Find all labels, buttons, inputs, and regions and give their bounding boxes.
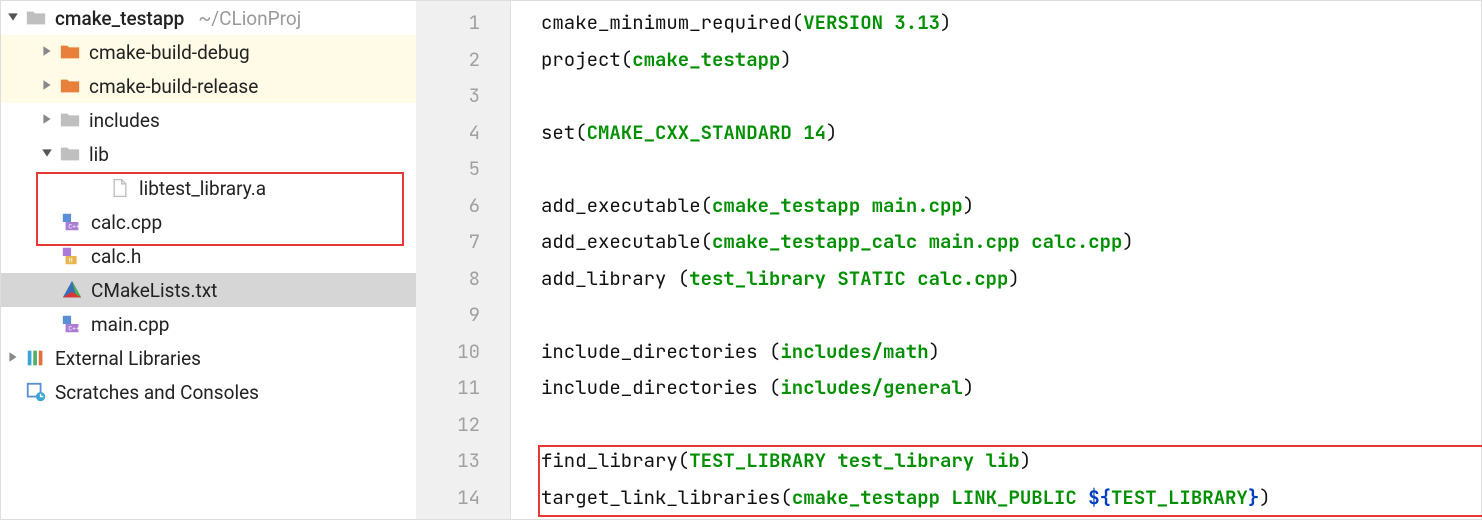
folder-excluded-icon xyxy=(59,41,81,63)
tree-label: cmake-build-release xyxy=(89,75,258,98)
svg-text:C++: C++ xyxy=(68,325,80,332)
tree-root[interactable]: cmake_testapp ~/CLionProj xyxy=(1,1,416,35)
code-line[interactable] xyxy=(541,297,1481,334)
tree-item-lib[interactable]: lib xyxy=(1,137,416,171)
chevron-right-icon[interactable] xyxy=(41,113,55,127)
code-line[interactable]: cmake_minimum_required(VERSION 3.13) xyxy=(541,5,1481,42)
tree-item-build-debug[interactable]: cmake-build-debug xyxy=(1,35,416,69)
tree-label: lib xyxy=(89,143,109,166)
chevron-right-icon[interactable] xyxy=(41,45,55,59)
tree-label: CMakeLists.txt xyxy=(91,279,217,302)
code-line[interactable]: add_executable(cmake_testapp_calc main.c… xyxy=(541,224,1481,261)
project-path: ~/CLionProj xyxy=(198,7,301,30)
folder-icon xyxy=(59,143,81,165)
gutter-line-number[interactable]: 14 xyxy=(416,480,510,517)
tree-label: calc.cpp xyxy=(91,211,162,234)
gutter-line-number[interactable]: 7 xyxy=(416,224,510,261)
gutter-line-number[interactable]: 5 xyxy=(416,151,510,188)
code-line[interactable] xyxy=(541,407,1481,444)
tree-item-lib-file[interactable]: libtest_library.a xyxy=(1,171,416,205)
code-line[interactable]: target_link_libraries(cmake_testapp LINK… xyxy=(541,480,1481,517)
tree-item-build-release[interactable]: cmake-build-release xyxy=(1,69,416,103)
tree-item-external-libraries[interactable]: External Libraries xyxy=(1,341,416,375)
cmake-file-icon xyxy=(61,279,83,301)
tree-label: includes xyxy=(89,109,160,132)
gutter-line-number[interactable]: 6 xyxy=(416,188,510,225)
tree-label: cmake_testapp xyxy=(55,7,184,30)
svg-text:C++: C++ xyxy=(68,223,80,230)
external-libraries-icon xyxy=(25,347,47,369)
gutter-line-number[interactable]: 12 xyxy=(416,407,510,444)
code-line[interactable]: include_directories (includes/general) xyxy=(541,370,1481,407)
project-tree[interactable]: cmake_testapp ~/CLionProj cmake-build-de… xyxy=(1,1,416,519)
folder-icon xyxy=(25,7,47,29)
chevron-right-icon[interactable] xyxy=(41,79,55,93)
tree-label: calc.h xyxy=(91,245,141,268)
gutter-line-number[interactable]: 8 xyxy=(416,261,510,298)
tree-item-main-cpp[interactable]: C++ main.cpp xyxy=(1,307,416,341)
code-line[interactable] xyxy=(541,78,1481,115)
tree-item-calc-h[interactable]: H calc.h xyxy=(1,239,416,273)
chevron-down-icon[interactable] xyxy=(7,11,21,25)
gutter-line-number[interactable]: 10 xyxy=(416,334,510,371)
editor-panel: 1234567891011121314 cmake_minimum_requir… xyxy=(416,1,1481,519)
editor-code[interactable]: cmake_minimum_required(VERSION 3.13)proj… xyxy=(511,1,1481,519)
editor-gutter[interactable]: 1234567891011121314 xyxy=(416,1,511,519)
gutter-line-number[interactable]: 9 xyxy=(416,297,510,334)
tree-label: main.cpp xyxy=(91,313,169,336)
scratches-icon xyxy=(25,381,47,403)
cpp-file-icon: C++ xyxy=(61,211,83,233)
cpp-file-icon: C++ xyxy=(61,313,83,335)
folder-icon xyxy=(59,109,81,131)
code-line[interactable]: find_library(TEST_LIBRARY test_library l… xyxy=(541,443,1481,480)
code-line[interactable]: project(cmake_testapp) xyxy=(541,42,1481,79)
gutter-line-number[interactable]: 2 xyxy=(416,42,510,79)
gutter-line-number[interactable]: 1 xyxy=(416,5,510,42)
chevron-right-icon[interactable] xyxy=(7,351,21,365)
code-line[interactable] xyxy=(541,151,1481,188)
tree-item-cmakelists[interactable]: CMakeLists.txt xyxy=(1,273,416,307)
tree-label: Scratches and Consoles xyxy=(55,381,259,404)
gutter-line-number[interactable]: 11 xyxy=(416,370,510,407)
tree-item-calc-cpp[interactable]: C++ calc.cpp xyxy=(1,205,416,239)
code-line[interactable]: add_executable(cmake_testapp main.cpp) xyxy=(541,188,1481,225)
tree-label: cmake-build-debug xyxy=(89,41,250,64)
svg-text:H: H xyxy=(68,257,72,265)
tree-label: External Libraries xyxy=(55,347,201,370)
tree-label: libtest_library.a xyxy=(139,177,266,200)
code-line[interactable]: add_library (test_library STATIC calc.cp… xyxy=(541,261,1481,298)
tree-item-includes[interactable]: includes xyxy=(1,103,416,137)
code-line[interactable]: include_directories (includes/math) xyxy=(541,334,1481,371)
header-file-icon: H xyxy=(61,245,83,267)
tree-item-scratches[interactable]: Scratches and Consoles xyxy=(1,375,416,409)
file-icon xyxy=(109,177,131,199)
gutter-line-number[interactable]: 3 xyxy=(416,78,510,115)
gutter-line-number[interactable]: 4 xyxy=(416,115,510,152)
code-line[interactable]: set(CMAKE_CXX_STANDARD 14) xyxy=(541,115,1481,152)
folder-excluded-icon xyxy=(59,75,81,97)
chevron-down-icon[interactable] xyxy=(41,147,55,161)
gutter-line-number[interactable]: 13 xyxy=(416,443,510,480)
